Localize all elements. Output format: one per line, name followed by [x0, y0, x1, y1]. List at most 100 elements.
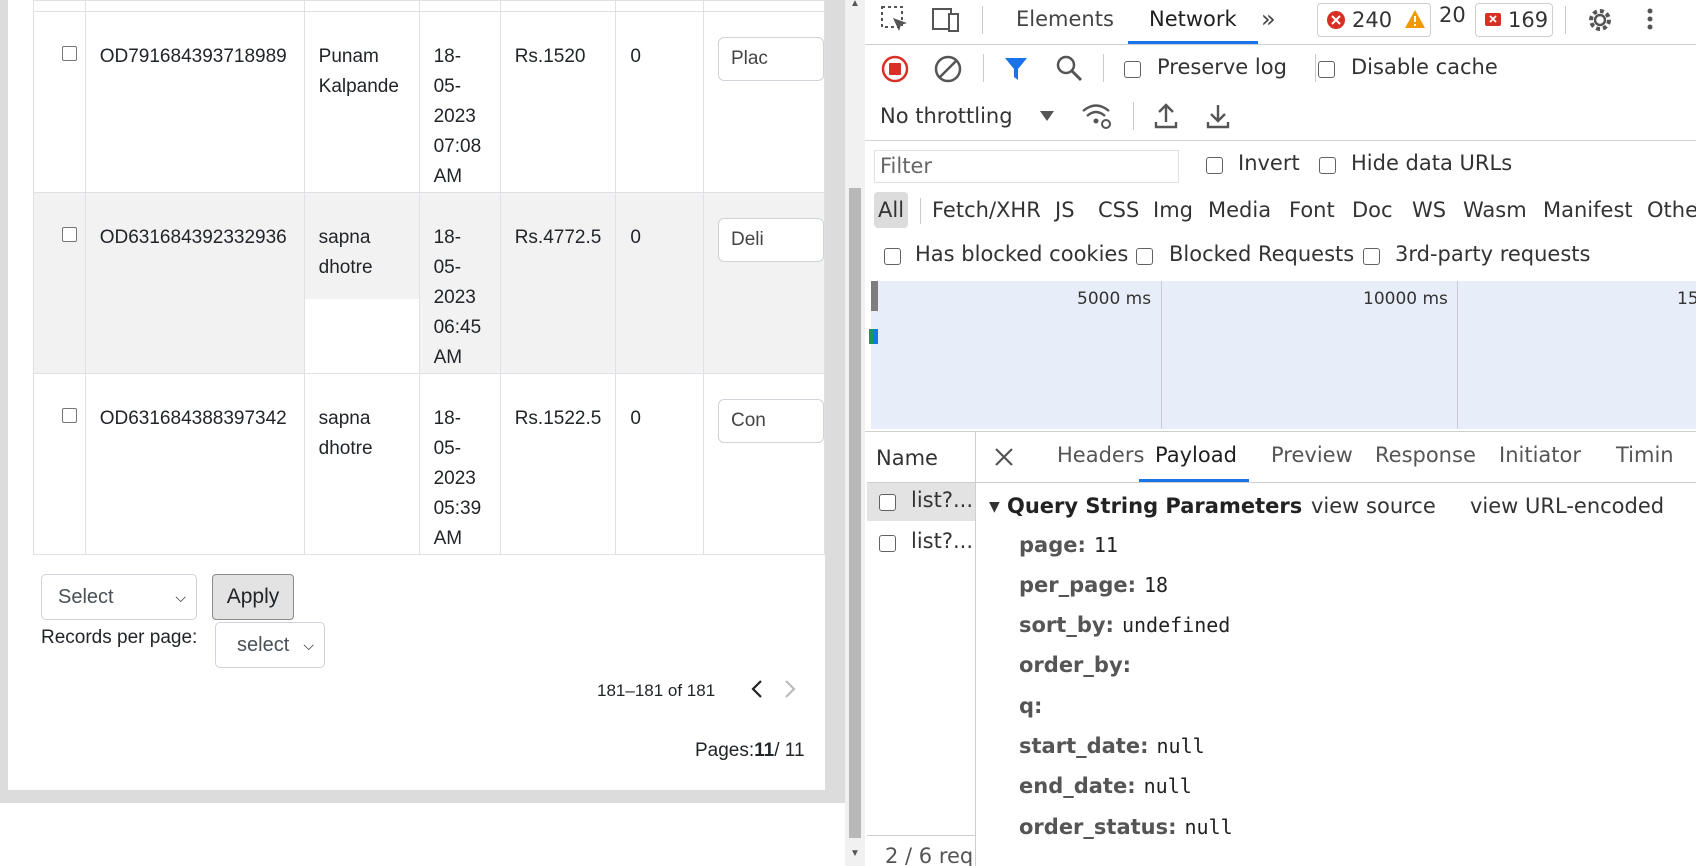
type-filter-ws[interactable]: WS	[1408, 192, 1450, 228]
type-filter-all[interactable]: All	[874, 192, 909, 228]
customer-name: sapna dhotre	[318, 408, 373, 459]
type-filter-other[interactable]: Othe	[1643, 192, 1696, 228]
type-filter-fetch-xhr[interactable]: Fetch/XHR	[928, 192, 1045, 228]
tab-preview[interactable]: Preview	[1271, 443, 1353, 467]
request-checkbox[interactable]	[879, 535, 896, 552]
order-count: 0	[630, 408, 641, 429]
row-checkbox[interactable]	[62, 408, 77, 423]
clear-icon[interactable]	[933, 54, 963, 84]
warnings-count: 20	[1439, 3, 1466, 27]
hide-data-urls-checkbox[interactable]	[1319, 157, 1336, 174]
resource-type-filters: All Fetch/XHR JS CSS Img Media Font Doc …	[865, 192, 1696, 232]
status-button[interactable]: Con	[717, 399, 824, 443]
customer-name: Punam Kalpande	[318, 46, 399, 97]
hide-data-urls-label: Hide data URLs	[1351, 151, 1513, 175]
type-filter-wasm[interactable]: Wasm	[1459, 192, 1531, 228]
errors-badge[interactable]: 240	[1317, 3, 1431, 37]
active-tab-indicator	[1128, 41, 1258, 44]
timeline-label: 10000 ms	[1363, 289, 1448, 309]
issues-badge[interactable]: 169	[1475, 3, 1553, 37]
request-checkbox[interactable]	[879, 494, 896, 511]
network-overview-timeline[interactable]: 5000 ms 10000 ms 150	[869, 281, 1696, 429]
per-page-select-value: select	[237, 634, 290, 656]
pagination-range: 181–181 of 181	[597, 681, 716, 700]
active-tab-indicator	[1139, 479, 1249, 482]
chevron-right-icon	[785, 680, 796, 698]
status-button[interactable]: Deli	[717, 218, 824, 262]
close-icon[interactable]	[993, 446, 1015, 468]
row-checkbox[interactable]	[62, 227, 77, 242]
query-param: page: 11	[1019, 533, 1118, 557]
type-filter-media[interactable]: Media	[1204, 192, 1275, 228]
scrollbar-thumb[interactable]	[849, 188, 861, 838]
apply-button[interactable]: Apply	[212, 574, 294, 620]
type-filter-css[interactable]: CSS	[1094, 192, 1143, 228]
type-filter-font[interactable]: Font	[1285, 192, 1339, 228]
collapse-triangle-icon[interactable]: ▼	[989, 499, 1000, 515]
pages-indicator: Pages:11/ 11	[695, 740, 805, 761]
more-tabs-button[interactable]: »	[1261, 0, 1276, 43]
has-blocked-cookies-checkbox[interactable]	[884, 248, 901, 265]
network-toolbar-secondary: No throttling	[865, 94, 1696, 141]
network-conditions-icon[interactable]	[1081, 102, 1113, 130]
devtools-panel: Elements Network » 240 20 169 Preserve l…	[865, 0, 1696, 866]
gear-icon[interactable]	[1585, 5, 1615, 35]
preserve-log-checkbox[interactable]	[1124, 61, 1141, 78]
dropdown-triangle-icon[interactable]	[1039, 110, 1055, 122]
overview-selection-handle[interactable]	[871, 281, 878, 311]
filter-icon[interactable]	[1003, 56, 1029, 82]
order-id: OD631684392332936	[99, 227, 287, 248]
next-page-button[interactable]	[783, 678, 797, 706]
preserve-log-label: Preserve log	[1157, 55, 1287, 79]
import-har-icon[interactable]	[1153, 102, 1179, 130]
query-param: sort_by: undefined	[1019, 613, 1231, 637]
blocked-requests-checkbox[interactable]	[1136, 248, 1153, 265]
search-icon[interactable]	[1055, 54, 1083, 82]
filter-input[interactable]: Filter	[874, 150, 1179, 183]
customer-name: sapna dhotre	[304, 193, 419, 299]
type-filter-manifest[interactable]: Manifest	[1539, 192, 1637, 228]
order-count: 0	[630, 46, 641, 67]
invert-label: Invert	[1238, 151, 1300, 175]
scroll-down-arrow-icon[interactable]: ▼	[850, 848, 860, 859]
query-param: order_status: null	[1019, 815, 1233, 839]
kebab-menu-icon[interactable]	[1645, 6, 1655, 34]
row-checkbox[interactable]	[62, 46, 77, 61]
request-row[interactable]: list?...	[867, 524, 975, 562]
status-button[interactable]: Plac	[717, 37, 824, 81]
tab-network[interactable]: Network	[1149, 0, 1237, 43]
tab-elements[interactable]: Elements	[1016, 0, 1114, 43]
throttling-select[interactable]: No throttling	[880, 104, 1013, 128]
tab-response[interactable]: Response	[1375, 443, 1476, 467]
type-filter-img[interactable]: Img	[1149, 192, 1197, 228]
view-url-encoded-link[interactable]: view URL-encoded	[1470, 494, 1664, 518]
orders-card: OD791684393718989 Punam Kalpande 18- 05- 20…	[8, 0, 826, 790]
type-filter-doc[interactable]: Doc	[1348, 192, 1397, 228]
export-har-icon[interactable]	[1205, 102, 1231, 130]
tab-timing[interactable]: Timin	[1616, 443, 1674, 467]
view-source-link[interactable]: view source	[1311, 494, 1436, 518]
chevron-left-icon	[751, 680, 762, 698]
invert-checkbox[interactable]	[1206, 157, 1223, 174]
request-list: Name list?... list?... 2 / 6 req	[867, 432, 976, 866]
device-toolbar-icon[interactable]	[931, 6, 961, 34]
request-row[interactable]: list?...	[867, 483, 975, 521]
query-string-section-title[interactable]: Query String Parameters	[1007, 494, 1302, 518]
tab-initiator[interactable]: Initiator	[1499, 443, 1581, 467]
record-stop-icon[interactable]	[880, 54, 910, 84]
request-detail-tabs: Headers Payload Preview Response Initiat…	[975, 432, 1696, 483]
prev-page-button[interactable]	[750, 678, 764, 706]
records-per-page-select[interactable]: select ⌵	[215, 622, 325, 668]
name-column-header[interactable]: Name	[876, 446, 938, 470]
scroll-up-arrow-icon[interactable]: ▲	[850, 0, 860, 9]
third-party-requests-checkbox[interactable]	[1363, 248, 1380, 265]
inspect-element-icon[interactable]	[880, 5, 910, 35]
table-row: OD791684393718989 Punam Kalpande 18- 05- 20…	[33, 11, 826, 193]
page-scrollbar[interactable]: ▲ ▼	[845, 0, 865, 866]
tab-payload[interactable]: Payload	[1155, 443, 1237, 467]
disable-cache-checkbox[interactable]	[1318, 61, 1335, 78]
tab-headers[interactable]: Headers	[1057, 443, 1144, 467]
type-filter-js[interactable]: JS	[1051, 192, 1079, 228]
blocked-requests-label: Blocked Requests	[1169, 242, 1355, 266]
bulk-action-select[interactable]: Select ⌵	[41, 574, 197, 620]
